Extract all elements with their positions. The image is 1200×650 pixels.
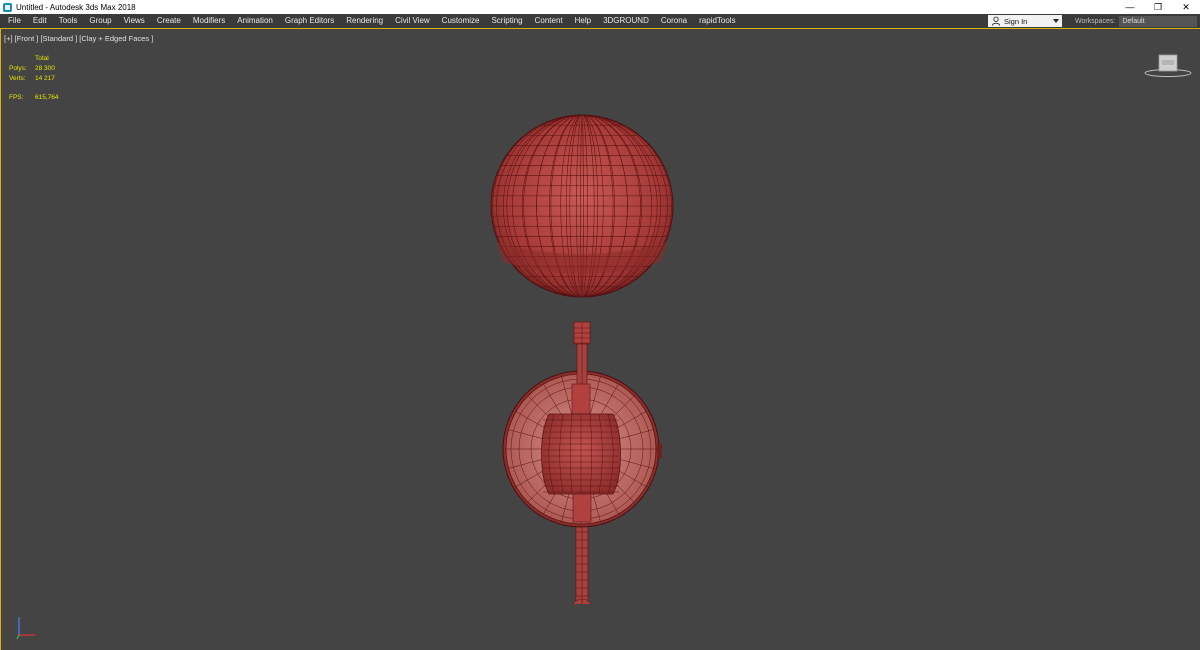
- front-viewport[interactable]: [+] [Front ] [Standard ] [Clay + Edged F…: [0, 28, 1200, 650]
- axis-gizmo-icon: [16, 617, 35, 640]
- menu-tools[interactable]: Tools: [53, 14, 84, 28]
- stats-total-header: Total: [35, 55, 49, 62]
- menu-bar: File Edit Tools Group Views Create Modif…: [0, 14, 1200, 28]
- user-icon: [991, 16, 1001, 26]
- fps-label: FPS:: [9, 94, 24, 101]
- menu-rapidtools[interactable]: rapidTools: [693, 14, 741, 28]
- wall-sconce-model[interactable]: [431, 84, 731, 604]
- title-bar: Untitled - Autodesk 3ds Max 2018 — ❐ ✕: [0, 0, 1200, 14]
- verts-value: 14 217: [35, 75, 55, 82]
- statistics-overlay: Total Polys: 28 300 Verts: 14 217: [9, 54, 55, 84]
- close-button[interactable]: ✕: [1172, 0, 1200, 14]
- menu-file[interactable]: File: [0, 14, 27, 28]
- menu-rendering[interactable]: Rendering: [340, 14, 389, 28]
- fps-value: 615,764: [35, 94, 59, 101]
- viewport-label[interactable]: [+] [Front ] [Standard ] [Clay + Edged F…: [4, 34, 153, 43]
- menu-group[interactable]: Group: [83, 14, 117, 28]
- polys-value: 28 300: [35, 65, 55, 72]
- menu-create[interactable]: Create: [151, 14, 187, 28]
- menu-graph-editors[interactable]: Graph Editors: [279, 14, 340, 28]
- workspaces-label: Workspaces:: [1075, 17, 1116, 25]
- menu-help[interactable]: Help: [569, 14, 597, 28]
- fps-readout: FPS: 615,764: [9, 94, 59, 101]
- bottom-finial: [572, 598, 592, 604]
- maximize-button[interactable]: ❐: [1144, 0, 1172, 14]
- minimize-button[interactable]: —: [1116, 0, 1144, 14]
- menu-content[interactable]: Content: [529, 14, 569, 28]
- menu-views[interactable]: Views: [118, 14, 151, 28]
- menu-edit[interactable]: Edit: [27, 14, 53, 28]
- verts-label: Verts:: [9, 75, 26, 82]
- menu-animation[interactable]: Animation: [231, 14, 279, 28]
- glass-globe: [490, 114, 674, 298]
- menu-3dground[interactable]: 3DGROUND: [597, 14, 655, 28]
- window-title: Untitled - Autodesk 3ds Max 2018: [16, 2, 136, 12]
- menu-corona[interactable]: Corona: [655, 14, 693, 28]
- chevron-down-icon: [1053, 19, 1059, 23]
- menu-modifiers[interactable]: Modifiers: [187, 14, 231, 28]
- sign-in-label: Sign In: [1004, 16, 1028, 26]
- workspaces-select[interactable]: Default: [1119, 15, 1198, 27]
- viewcube-icon[interactable]: [1143, 51, 1193, 79]
- workspaces-control: Workspaces: Default: [1075, 14, 1198, 28]
- menu-customize[interactable]: Customize: [436, 14, 486, 28]
- polys-label: Polys:: [9, 65, 27, 72]
- menu-scripting[interactable]: Scripting: [485, 14, 528, 28]
- menu-civil-view[interactable]: Civil View: [389, 14, 436, 28]
- app-icon: [3, 2, 12, 12]
- sign-in-dropdown[interactable]: Sign In: [988, 15, 1062, 27]
